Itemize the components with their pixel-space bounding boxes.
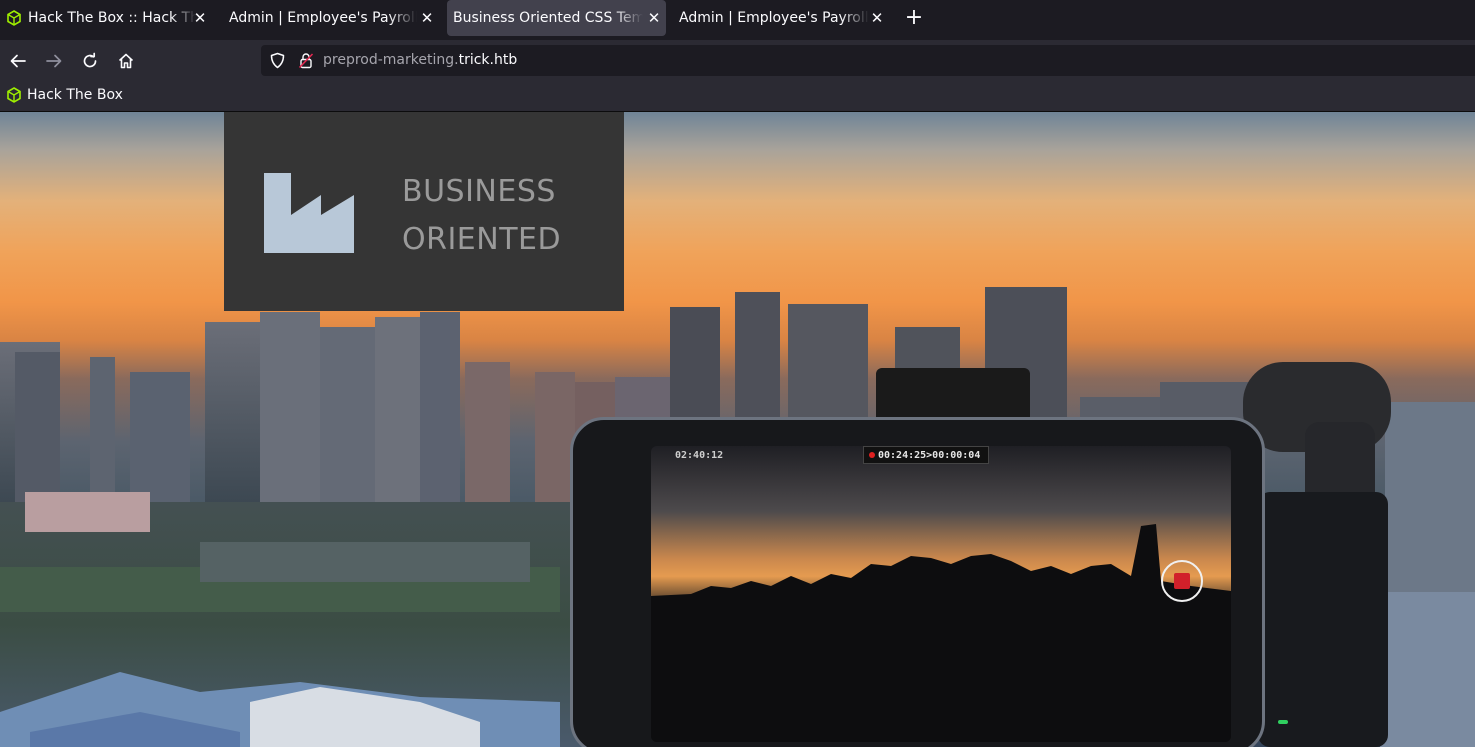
url-subdomain: preprod-marketing.	[323, 52, 459, 68]
tab-business-oriented[interactable]: Business Oriented CSS Template ✕	[447, 0, 666, 36]
bookmark-label: Hack The Box	[27, 87, 123, 103]
stop-icon	[1174, 573, 1190, 589]
screen-skyline	[651, 524, 1231, 742]
reload-button[interactable]	[78, 49, 102, 73]
phone-battery-time: 02:40:12	[675, 450, 724, 461]
recording-dot-icon	[869, 452, 875, 458]
tab-strip: Hack The Box :: Hack The Box ✕ Admin | E…	[0, 0, 1475, 40]
close-tab-icon[interactable]: ✕	[419, 9, 435, 27]
tab-payroll-2[interactable]: Admin | Employee's Payroll Management Sy…	[673, 0, 889, 36]
logo-line-1: BUSINESS	[402, 174, 556, 209]
forward-button[interactable]	[42, 49, 66, 73]
tab-hack-the-box[interactable]: Hack The Box :: Hack The Box ✕	[0, 0, 212, 36]
url-text[interactable]: preprod-marketing.trick.htb	[323, 52, 517, 68]
insecure-lock-icon[interactable]	[298, 52, 314, 73]
phone-recording-time: 00:24:25>00:00:04	[878, 450, 981, 461]
site-logo[interactable]: BUSINESS ORIENTED	[224, 112, 624, 311]
url-host: trick.htb	[458, 52, 518, 68]
logo-line-2: ORIENTED	[402, 222, 562, 257]
bookmark-hack-the-box[interactable]: Hack The Box	[6, 87, 123, 103]
close-tab-icon[interactable]: ✕	[192, 9, 208, 27]
navigation-toolbar: preprod-marketing.trick.htb	[0, 40, 1475, 82]
tab-title: Hack The Box :: Hack The Box	[28, 10, 196, 26]
htb-cube-icon	[6, 10, 22, 26]
htb-cube-icon	[6, 87, 22, 103]
status-led	[1278, 720, 1288, 724]
forward-arrow-icon	[46, 54, 62, 68]
home-button[interactable]	[114, 49, 138, 73]
close-tab-icon[interactable]: ✕	[869, 9, 885, 27]
back-arrow-icon	[10, 54, 26, 68]
back-button[interactable]	[6, 49, 30, 73]
home-icon	[118, 53, 134, 69]
tab-title: Admin | Employee's Payroll Management Sy…	[229, 10, 417, 26]
url-bar[interactable]: preprod-marketing.trick.htb	[261, 45, 1475, 76]
factory-icon	[264, 173, 354, 253]
new-tab-button[interactable]: +	[902, 6, 926, 30]
phone-screen: 02:40:12 00:24:25>00:00:04	[651, 446, 1231, 742]
tab-title: Admin | Employee's Payroll Management Sy…	[679, 10, 869, 26]
tab-title: Business Oriented CSS Template	[453, 10, 643, 26]
phone-recording-chip: 00:24:25>00:00:04	[863, 446, 989, 464]
tracking-protection-shield-icon[interactable]	[269, 52, 286, 73]
bookmarks-toolbar: Hack The Box	[0, 82, 1475, 112]
tab-payroll-1[interactable]: Admin | Employee's Payroll Management Sy…	[223, 0, 439, 36]
page-content: BUSINESS ORIENTED 02:40:12 00:24:25>00:0…	[0, 112, 1475, 747]
reload-icon	[83, 52, 97, 68]
gimbal-body	[1258, 492, 1388, 747]
phone-record-button	[1161, 560, 1203, 602]
phone-in-photo: 02:40:12 00:24:25>00:00:04	[570, 417, 1265, 747]
close-tab-icon[interactable]: ✕	[646, 9, 662, 27]
logo-text: BUSINESS ORIENTED	[402, 168, 561, 264]
